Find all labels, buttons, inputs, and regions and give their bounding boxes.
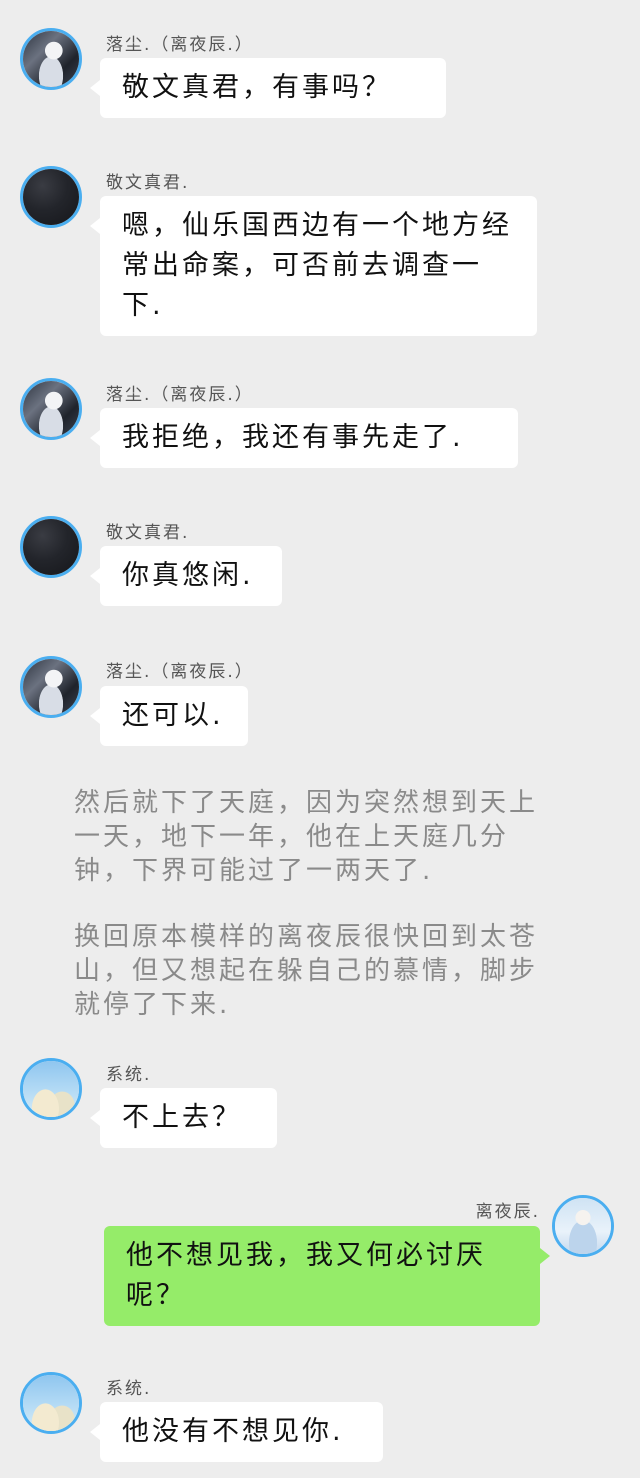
narration-text: 换回原本模样的离夜辰很快回到太苍山，但又想起在躲自己的慕情，脚步就停了下来. — [74, 922, 539, 1020]
avatar-image — [23, 381, 79, 437]
sender-name: 落尘.（离夜辰.） — [106, 385, 254, 405]
avatar-liyechen[interactable] — [552, 1195, 614, 1257]
avatar-image — [23, 169, 79, 225]
avatar-image — [23, 1061, 79, 1117]
message-bubble[interactable]: 嗯，仙乐国西边有一个地方经常出命案，可否前去调查一下. — [90, 196, 537, 336]
avatar-luochen[interactable] — [20, 28, 82, 90]
avatar-image — [555, 1198, 611, 1254]
avatar-image — [23, 31, 79, 87]
sender-name: 系统. — [106, 1379, 152, 1399]
narration-text: 然后就下了天庭，因为突然想到天上一天，地下一年，他在上天庭几分钟，下界可能过了一… — [74, 788, 539, 886]
message-bubble[interactable]: 我拒绝，我还有事先走了. — [90, 408, 518, 468]
sender-name: 落尘.（离夜辰.） — [106, 35, 254, 55]
message-bubble[interactable]: 他不想见我，我又何必讨厌呢？ — [104, 1226, 550, 1326]
sender-name: 落尘.（离夜辰.） — [106, 662, 254, 682]
message-bubble[interactable]: 他没有不想见你. — [90, 1402, 383, 1462]
sender-name: 敬文真君. — [106, 523, 190, 543]
avatar-system[interactable] — [20, 1058, 82, 1120]
sender-name: 系统. — [106, 1065, 152, 1085]
message-bubble[interactable]: 不上去？ — [90, 1088, 277, 1148]
avatar-image — [23, 519, 79, 575]
avatar-image — [23, 659, 79, 715]
sender-name: 离夜辰. — [475, 1202, 540, 1222]
avatar-luochen[interactable] — [20, 378, 82, 440]
avatar-jingwen[interactable] — [20, 166, 82, 228]
message-bubble[interactable]: 敬文真君，有事吗？ — [90, 58, 446, 118]
avatar-luochen[interactable] — [20, 656, 82, 718]
message-bubble[interactable]: 还可以. — [90, 686, 248, 746]
sender-name: 敬文真君. — [106, 173, 190, 193]
avatar-system[interactable] — [20, 1372, 82, 1434]
message-bubble[interactable]: 你真悠闲. — [90, 546, 282, 606]
avatar-image — [23, 1375, 79, 1431]
avatar-jingwen[interactable] — [20, 516, 82, 578]
